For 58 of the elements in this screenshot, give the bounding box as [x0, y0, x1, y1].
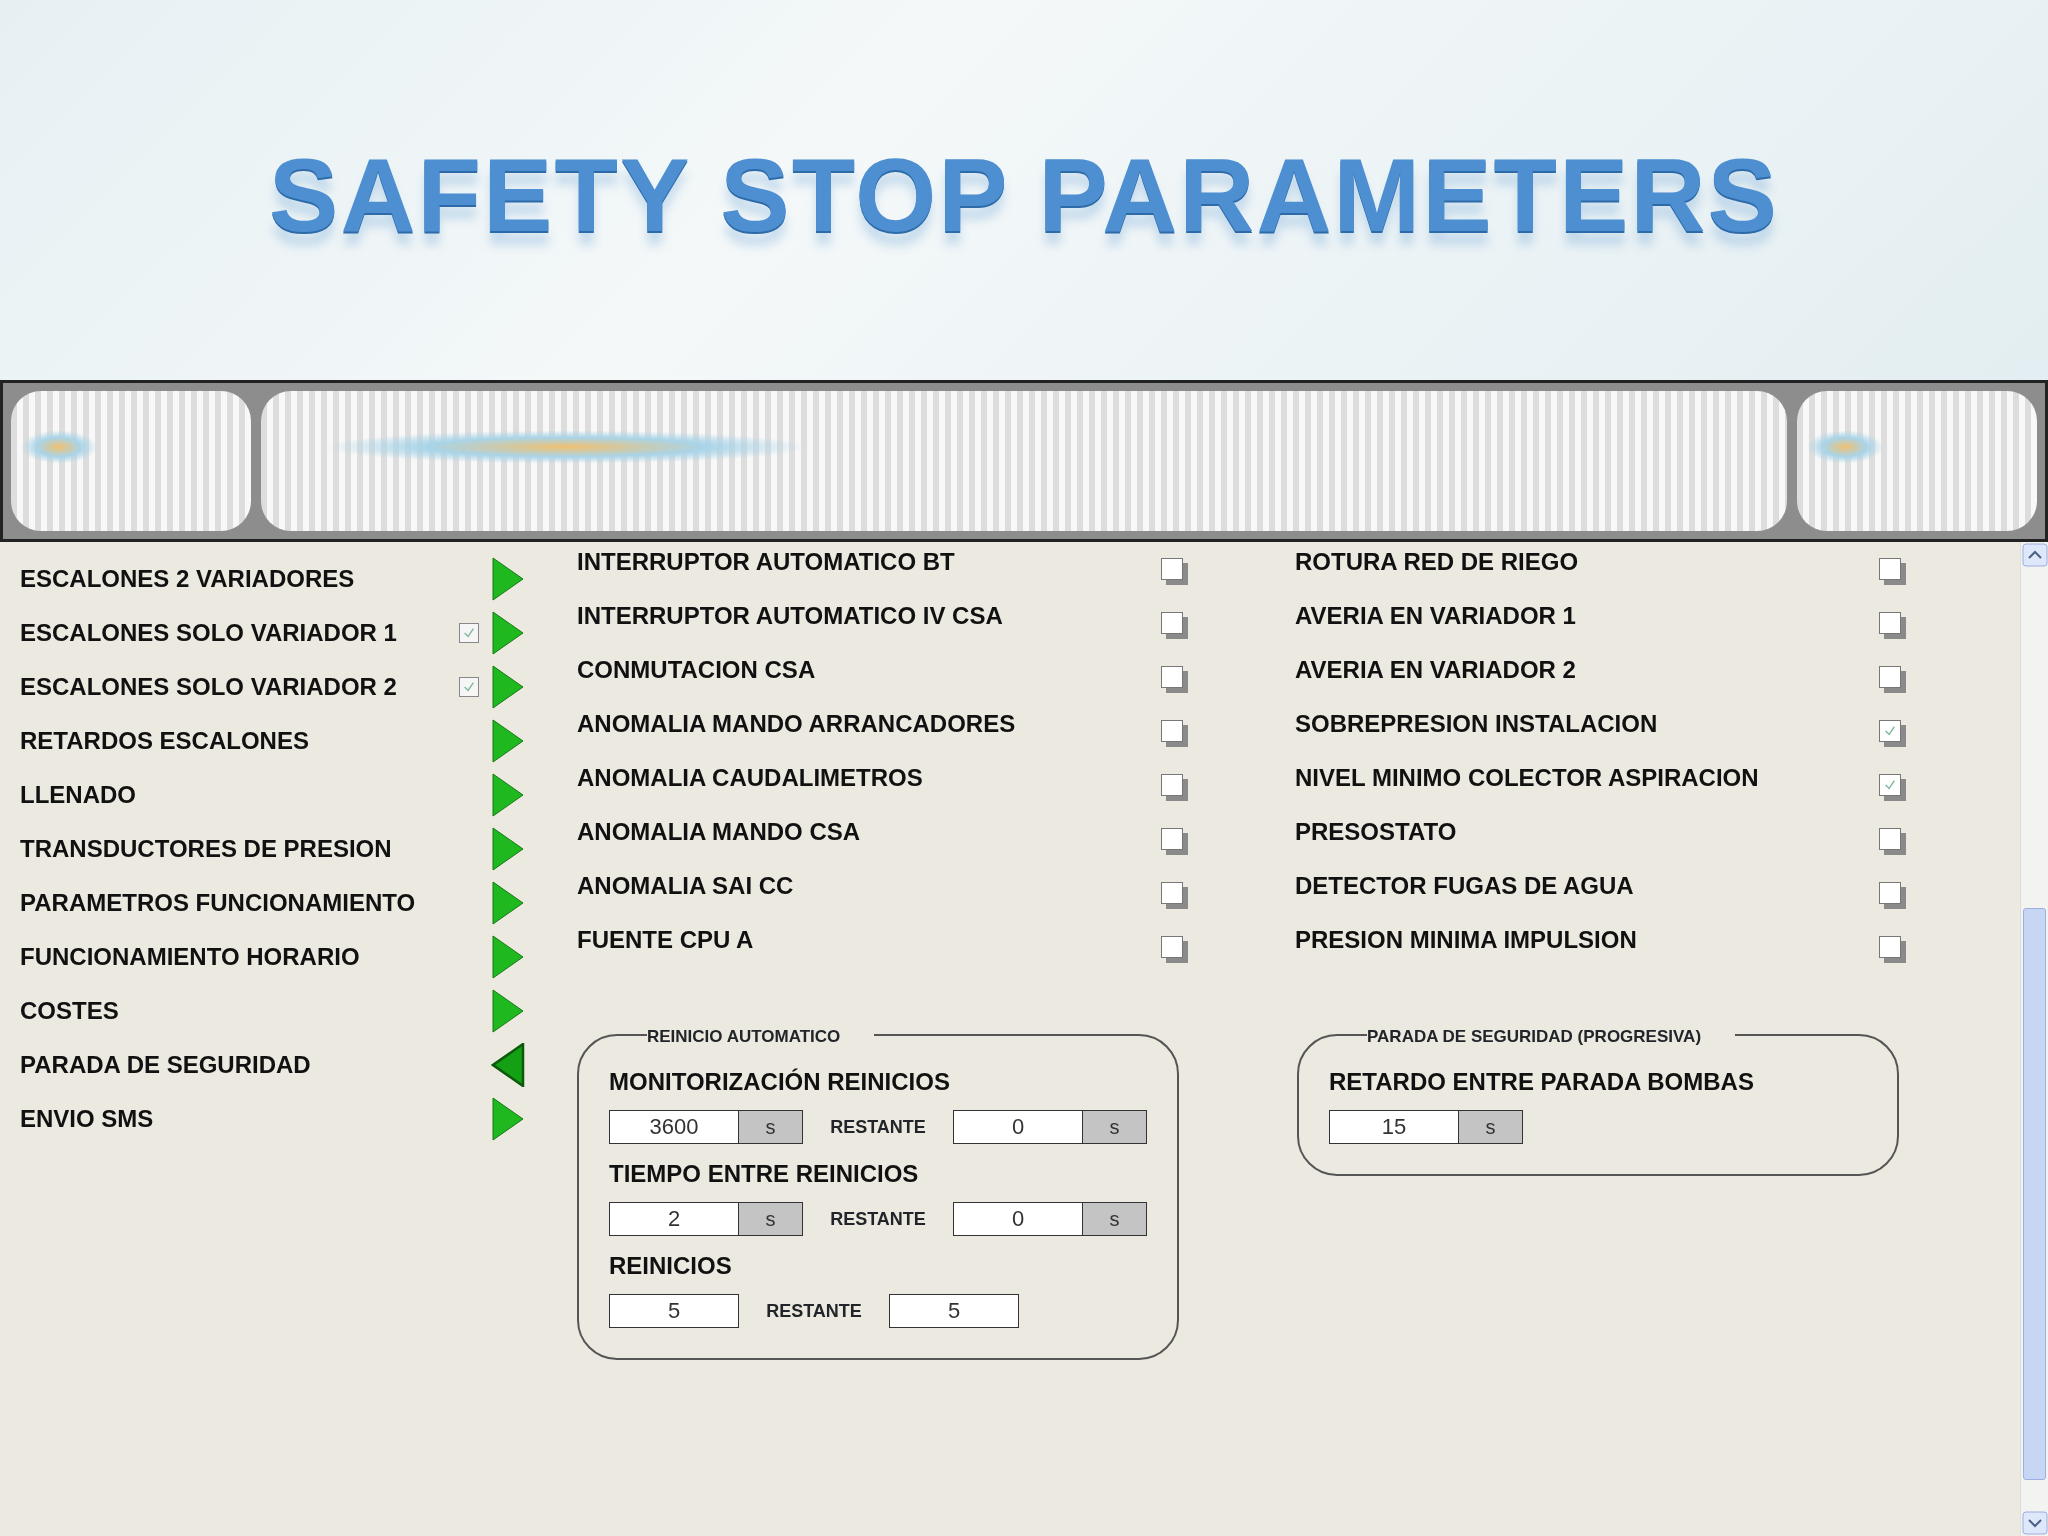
value-field[interactable]: 5 [610, 1295, 738, 1327]
field-label: RETARDO ENTRE PARADA BOMBAS [1329, 1067, 1755, 1097]
right-triangle-icon[interactable] [491, 665, 525, 709]
value-field[interactable]: 5 [890, 1295, 1018, 1327]
menu-item-label[interactable]: ESCALONES 2 VARIADORES [20, 561, 491, 597]
field-label: TIEMPO ENTRE REINICIOS [609, 1159, 920, 1189]
right-triangle-icon[interactable] [491, 557, 525, 601]
checkbox[interactable] [459, 623, 479, 643]
remaining-label: RESTANTE [829, 1115, 927, 1139]
menu-item-label[interactable]: RETARDOS ESCALONES [20, 723, 491, 759]
alarm-label: ROTURA RED DE RIEGO [1295, 547, 1579, 577]
alarm-label: CONMUTACION CSA [577, 655, 816, 685]
menu-item-label[interactable]: PARADA DE SEGURIDAD [20, 1047, 491, 1083]
right-triangle-icon[interactable] [491, 989, 525, 1033]
checkbox[interactable] [459, 677, 479, 697]
check-mark-icon [462, 680, 476, 694]
alarm-label: ANOMALIA MANDO ARRANCADORES [577, 709, 1016, 739]
field-label: MONITORIZACIÓN REINICIOS [609, 1067, 951, 1097]
scroll-up-icon[interactable] [2022, 543, 2048, 567]
menu-item-label[interactable]: FUNCIONAMIENTO HORARIO [20, 939, 491, 975]
menu-item-label[interactable]: LLENADO [20, 777, 491, 813]
remaining-label: RESTANTE [765, 1299, 863, 1323]
alarm-label: FUENTE CPU A [577, 925, 754, 955]
alarm-label: PRESOSTATO [1295, 817, 1457, 847]
right-triangle-icon[interactable] [491, 611, 525, 655]
alarm-label: AVERIA EN VARIADOR 1 [1295, 601, 1576, 631]
alarm-label: INTERRUPTOR AUTOMATICO BT [577, 547, 955, 577]
alarm-label: INTERRUPTOR AUTOMATICO IV CSA [577, 601, 1003, 631]
menu-item-label[interactable]: ESCALONES SOLO VARIADOR 1 [20, 615, 459, 651]
slide-title: SAFETY STOP PARAMETERS [269, 136, 1779, 255]
scroll-thumb[interactable] [2023, 908, 2046, 1480]
alarm-label: ANOMALIA CAUDALIMETROS [577, 763, 923, 793]
left-triangle-icon[interactable] [491, 1043, 525, 1087]
alarm-label: NIVEL MINIMO COLECTOR ASPIRACION [1295, 763, 1759, 793]
alarm-label: AVERIA EN VARIADOR 2 [1295, 655, 1576, 685]
menu-item-label[interactable]: ENVIO SMS [20, 1101, 491, 1137]
field-label: REINICIOS [609, 1251, 733, 1281]
check-mark-icon [1883, 778, 1897, 792]
check-mark-icon [1883, 724, 1897, 738]
menu-item-label[interactable]: PARAMETROS FUNCIONAMIENTO [20, 885, 491, 921]
right-triangle-icon[interactable] [491, 827, 525, 871]
alarm-label: ANOMALIA MANDO CSA [577, 817, 861, 847]
menu-item-label[interactable]: COSTES [20, 993, 491, 1029]
scrollbar[interactable] [2020, 542, 2048, 1536]
scroll-down-icon[interactable] [2022, 1511, 2048, 1535]
menu-item-label[interactable]: ESCALONES SOLO VARIADOR 2 [20, 669, 459, 705]
right-triangle-icon[interactable] [491, 935, 525, 979]
check-mark-icon [462, 626, 476, 640]
remaining-label: RESTANTE [829, 1207, 927, 1231]
menu-item-label[interactable]: TRANSDUCTORES DE PRESION [20, 831, 491, 867]
alarm-label: ANOMALIA SAI CC [577, 871, 794, 901]
alarm-label: DETECTOR FUGAS DE AGUA [1295, 871, 1634, 901]
right-triangle-icon[interactable] [491, 719, 525, 763]
alarm-label: PRESION MINIMA IMPULSION [1295, 925, 1637, 955]
right-triangle-icon[interactable] [491, 881, 525, 925]
right-triangle-icon[interactable] [491, 1097, 525, 1141]
right-triangle-icon[interactable] [491, 773, 525, 817]
alarm-label: SOBREPRESION INSTALACION [1295, 709, 1658, 739]
